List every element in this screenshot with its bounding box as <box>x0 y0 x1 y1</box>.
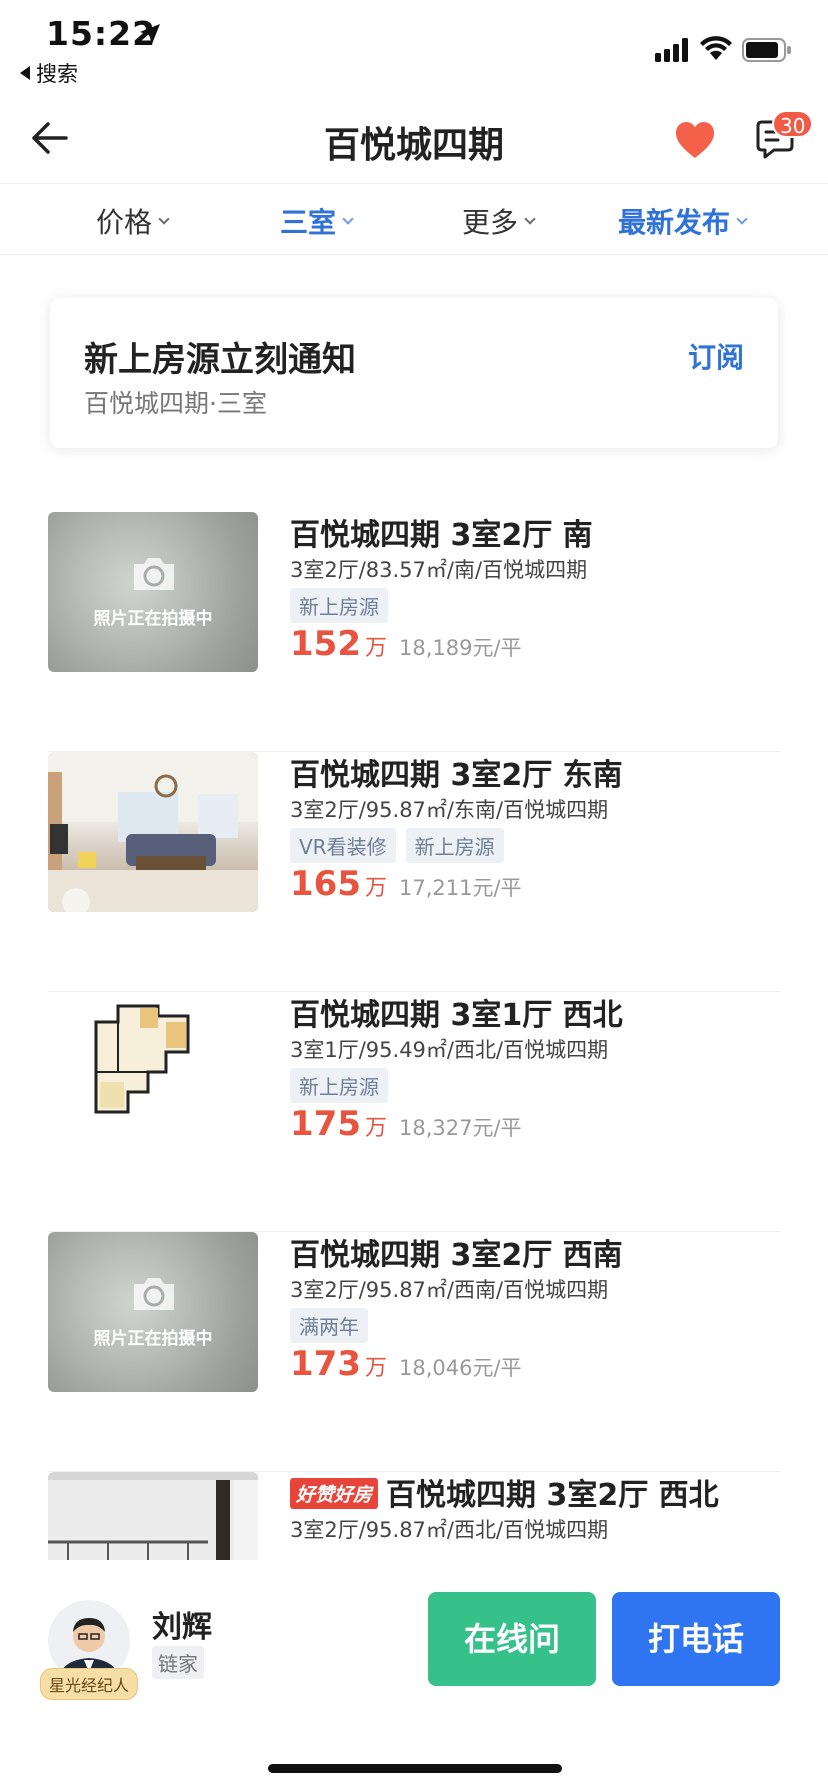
listing-title: 百悦城四期 3室2厅 东南 <box>290 758 623 793</box>
filter-more-label: 更多 <box>462 206 519 239</box>
listing-tag: 满两年 <box>290 1308 368 1343</box>
price-unit: 万 <box>364 1356 387 1381</box>
filter-rooms-label: 三室 <box>280 206 337 239</box>
good-house-badge: 好赞好房 <box>290 1478 379 1509</box>
agent-name: 刘辉 <box>152 1610 212 1645</box>
floor-plan-image <box>94 1004 190 1114</box>
cellular-signal-icon <box>655 38 688 62</box>
listing-item[interactable]: 照片正在拍摄中 百悦城四期 3室2厅 南 3室2厅/83.57㎡/南/百悦城四期… <box>48 512 780 752</box>
thumbnail-placeholder-text: 照片正在拍摄中 <box>93 1329 213 1349</box>
listing-price: 175 万 18,327元/平 <box>290 1104 522 1144</box>
listing-thumbnail <box>48 752 258 912</box>
subscribe-subtitle: 百悦城四期·三室 <box>84 389 267 418</box>
unit-price: 18,327元/平 <box>399 1116 522 1140</box>
listing-price: 165 万 17,211元/平 <box>290 864 522 904</box>
message-count-badge: 30 <box>772 110 814 138</box>
unit-price: 18,046元/平 <box>399 1356 522 1380</box>
listing-title: 百悦城四期 3室2厅 南 <box>290 518 593 553</box>
listing-tag: VR看装修 <box>290 828 396 863</box>
total-price: 173 <box>290 1344 361 1384</box>
listing-item[interactable]: 百悦城四期 3室1厅 西北 3室1厅/95.49㎡/西北/百悦城四期 新上房源 … <box>48 992 780 1232</box>
listing-description: 3室1厅/95.49㎡/西北/百悦城四期 <box>290 1038 609 1062</box>
listing-description: 3室2厅/95.87㎡/西南/百悦城四期 <box>290 1278 609 1302</box>
wifi-icon <box>700 36 732 60</box>
price-unit: 万 <box>364 636 387 661</box>
listing-tag: 新上房源 <box>290 1068 388 1103</box>
listing-description: 3室2厅/95.87㎡/西北/百悦城四期 <box>290 1518 609 1542</box>
balcony-image <box>48 1472 258 1560</box>
listing-thumbnail <box>48 1472 258 1560</box>
subscribe-card: 新上房源立刻通知 百悦城四期·三室 订阅 <box>50 298 778 448</box>
price-unit: 万 <box>364 876 387 901</box>
filter-sort-label: 最新发布 <box>618 206 731 239</box>
page: 15:22 搜索 百悦城四期 30 价格 三室 更多 最新发布 新上房源立刻通知… <box>0 0 828 1792</box>
online-chat-button[interactable]: 在线问 <box>428 1592 596 1686</box>
chevron-down-icon <box>524 213 536 225</box>
filter-more[interactable]: 更多 <box>462 201 536 241</box>
listing-tags: 新上房源 <box>290 1068 388 1103</box>
camera-icon <box>134 558 174 590</box>
listing-item[interactable]: 好赞好房 百悦城四期 3室2厅 西北 3室2厅/95.87㎡/西北/百悦城四期 <box>48 1472 780 1560</box>
battery-icon <box>742 38 791 62</box>
listing-tag: 新上房源 <box>405 828 504 863</box>
listing-thumbnail: 照片正在拍摄中 <box>48 1232 258 1392</box>
back-app-label: 搜索 <box>36 62 78 86</box>
total-price: 175 <box>290 1104 361 1144</box>
call-button[interactable]: 打电话 <box>612 1592 780 1686</box>
filter-rooms[interactable]: 三室 <box>280 201 354 241</box>
favorite-heart-icon[interactable] <box>674 120 716 160</box>
listing-title: 百悦城四期 3室1厅 西北 <box>290 998 623 1033</box>
listing-tags: 满两年 <box>290 1308 368 1343</box>
star-agent-badge: 星光经纪人 <box>40 1668 139 1700</box>
filter-price[interactable]: 价格 <box>96 201 170 241</box>
back-triangle-icon <box>20 66 30 80</box>
filter-bar: 价格 三室 更多 最新发布 <box>0 185 828 255</box>
chevron-down-icon <box>342 213 354 225</box>
listing-price: 173 万 18,046元/平 <box>290 1344 522 1384</box>
unit-price: 18,189元/平 <box>399 636 522 660</box>
listing-thumbnail <box>48 992 258 1152</box>
thumbnail-placeholder-text: 照片正在拍摄中 <box>93 609 213 629</box>
navigation-bar: 百悦城四期 30 <box>0 92 828 184</box>
price-unit: 万 <box>364 1116 387 1141</box>
listing-title: 好赞好房 百悦城四期 3室2厅 西北 <box>290 1472 719 1514</box>
living-room-image <box>48 752 258 912</box>
listing-tags: VR看装修 新上房源 <box>290 828 504 863</box>
total-price: 152 <box>290 624 361 664</box>
listing-tag: 新上房源 <box>290 588 388 623</box>
listing-item[interactable]: 照片正在拍摄中 百悦城四期 3室2厅 西南 3室2厅/95.87㎡/西南/百悦城… <box>48 1232 780 1472</box>
listing-description: 3室2厅/95.87㎡/东南/百悦城四期 <box>290 798 609 822</box>
listing-tags: 新上房源 <box>290 588 388 623</box>
unit-price: 17,211元/平 <box>399 876 522 900</box>
subscribe-title: 新上房源立刻通知 <box>84 340 356 380</box>
listing-item[interactable]: 百悦城四期 3室2厅 东南 3室2厅/95.87㎡/东南/百悦城四期 VR看装修… <box>48 752 780 992</box>
home-indicator[interactable] <box>268 1764 562 1773</box>
agent-bottom-bar: 星光经纪人 刘辉 链家 在线问 打电话 <box>0 1560 828 1792</box>
location-arrow-icon <box>140 24 160 44</box>
camera-icon <box>134 1278 174 1310</box>
listing-title-text: 百悦城四期 3室2厅 西北 <box>386 1478 719 1513</box>
status-bar: 15:22 搜索 <box>0 0 828 92</box>
total-price: 165 <box>290 864 361 904</box>
chevron-down-icon <box>736 213 748 225</box>
filter-sort[interactable]: 最新发布 <box>618 201 748 241</box>
listing-price: 152 万 18,189元/平 <box>290 624 522 664</box>
listing-description: 3室2厅/83.57㎡/南/百悦城四期 <box>290 558 588 582</box>
agent-company: 链家 <box>152 1646 204 1679</box>
subscribe-button[interactable]: 订阅 <box>688 336 744 376</box>
chevron-down-icon <box>158 213 170 225</box>
filter-price-label: 价格 <box>96 206 153 239</box>
listing-title: 百悦城四期 3室2厅 西南 <box>290 1238 623 1273</box>
listing-thumbnail: 照片正在拍摄中 <box>48 512 258 672</box>
back-to-app-link[interactable]: 搜索 <box>20 58 78 88</box>
